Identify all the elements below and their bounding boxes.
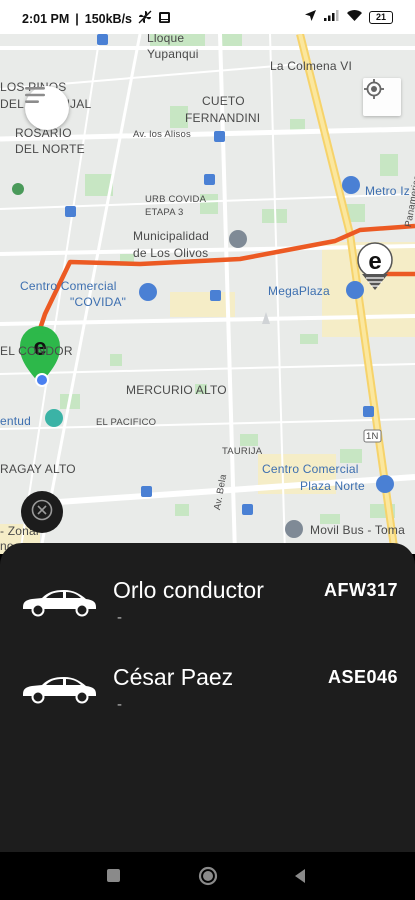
map-label: Lloque [147,34,185,45]
map-label: Centro Comercial [20,279,117,293]
map-label: EL PACIFICO [96,417,157,428]
status-bar: 2:01 PM | 150kB/s 21 [0,0,415,34]
back-triangle-icon [295,869,305,883]
home-circle-icon [198,866,218,886]
map-label: 1N [366,431,379,442]
wifi-icon [346,9,363,25]
driver-name: César Paez [113,664,234,690]
status-time: 2:01 PM [22,11,70,26]
driver-name: Orlo conductor [113,577,264,603]
close-button[interactable] [21,491,63,533]
map-label: La Colmena VI [270,59,352,73]
status-divider: | [75,11,79,26]
map-label: Metro Iz [365,184,410,198]
map-label: Movil Bus - Toma [310,523,406,537]
drivers-sheet: Orlo conductor - AFW317 César Paez - ASE… [0,543,415,852]
map-label: de Los Olivos [133,246,209,260]
my-location-button[interactable] [363,78,401,116]
driver-list-item[interactable]: César Paez - ASE046 [0,662,415,732]
fan-icon [138,10,152,27]
battery-level: 21 [375,11,386,22]
driver-subtitle: - [117,696,122,713]
map-label: CUETO [202,94,245,108]
menu-button[interactable] [25,86,69,130]
license-plate: AFW317 [323,580,398,600]
home-button[interactable] [198,866,218,886]
status-network-speed: 150kB/s [84,11,133,26]
map-label: MegaPlaza [268,284,330,298]
map-label: TAURIJA [222,446,263,457]
driver-subtitle: - [117,609,122,626]
map-label: URB COVIDA [145,194,207,205]
map-label: ETAPA 3 [145,207,184,218]
map-view[interactable]: e e Lloque Yupanqui La Colmena VI LOS PI… [0,34,415,554]
back-button[interactable] [292,867,308,885]
signal-icon [323,9,340,25]
map-label: Av. los Alisos [133,129,191,140]
close-icon [30,498,54,527]
map-label: "COVIDA" [70,295,127,309]
battery-icon: 21 [369,10,393,24]
map-label: Municipalidad [133,229,209,243]
location-arrow-icon [304,9,317,25]
map-label: RAGAY ALTO [0,462,76,476]
map-label: MERCURIO ALTO [126,383,227,397]
car-icon [20,585,98,622]
car-icon [20,672,98,709]
license-plate: ASE046 [327,667,398,687]
map-label: EL CONDOR [0,344,73,358]
status-right: 21 [304,9,393,25]
map-label: Yupanqui [147,47,199,61]
recents-button[interactable] [107,869,120,882]
map-label: DEL NORTE [15,142,85,156]
svg-text:e: e [368,248,381,275]
map-label: entud [0,414,32,428]
status-left: 2:01 PM | 150kB/s [22,10,171,27]
system-nav-bar [0,852,415,900]
gallery-icon [158,11,171,27]
map-label: Centro Comercial [262,462,359,476]
map-label: FERNANDINI [185,111,261,125]
map-label: Plaza Norte [300,479,365,493]
driver-list-item[interactable]: Orlo conductor - AFW317 [0,575,415,645]
